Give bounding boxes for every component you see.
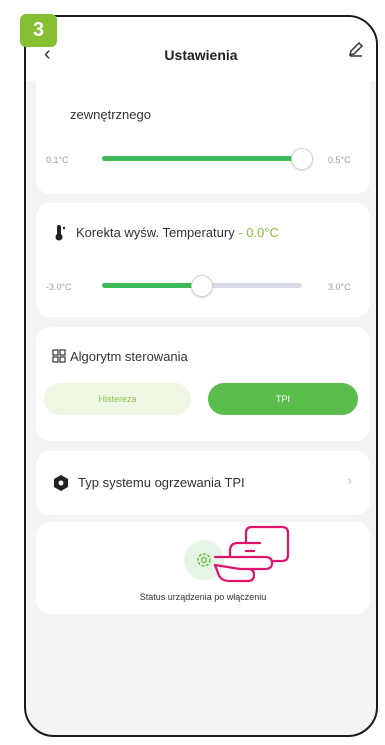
step-badge: 3 xyxy=(20,14,57,47)
slider-min-label: 0.1°C xyxy=(46,155,69,165)
control-algorithm-label: Algorytm sterowania xyxy=(70,349,188,364)
card-control-algorithm: Algorytm sterowania Histereza TPI xyxy=(36,327,370,441)
slider-thumb[interactable] xyxy=(291,148,313,170)
option-histereza[interactable]: Histereza xyxy=(44,383,191,415)
temperature-correction-value: 0.0°C xyxy=(246,225,279,240)
card-tpi-heating-type[interactable]: Typ systemu ogrzewania TPI › xyxy=(36,451,370,515)
slider-thumb[interactable] xyxy=(191,275,213,297)
temperature-correction-text: Korekta wyśw. Temperatury xyxy=(76,225,235,240)
grid-icon xyxy=(52,349,66,363)
phone-frame: zewnętrznego 0.1°C 0.5°C ‹ Ustawienia Ko… xyxy=(24,15,378,737)
pencil-icon[interactable] xyxy=(348,41,364,62)
tpi-heating-type-label: Typ systemu ogrzewania TPI xyxy=(78,475,245,490)
pointing-hand-icon xyxy=(213,525,290,583)
chevron-right-icon: › xyxy=(347,473,352,488)
slider-fill xyxy=(102,283,202,288)
card-status-after-power-on[interactable]: Status urządzenia po włączeniu xyxy=(36,522,370,614)
status-after-power-on-label: Status urządzenia po włączeniu xyxy=(139,592,267,602)
slider-fill xyxy=(102,156,302,161)
option-tpi[interactable]: TPI xyxy=(208,383,358,415)
temperature-correction-label: Korekta wyśw. Temperatury - 0.0°C xyxy=(76,225,279,240)
page-title: Ustawienia xyxy=(164,47,238,63)
slider-max-label: 3.0°C xyxy=(328,282,351,292)
card-temperature-correction: Korekta wyśw. Temperatury - 0.0°C -3.0°C… xyxy=(36,203,370,317)
thermometer-icon xyxy=(55,225,66,241)
slider-min-label: -3.0°C xyxy=(46,282,72,292)
hexagon-settings-icon xyxy=(54,475,68,491)
header: ‹ Ustawienia xyxy=(26,17,376,81)
slider-max-label: 0.5°C xyxy=(328,155,351,165)
external-sensor-label: zewnętrznego xyxy=(70,107,151,122)
